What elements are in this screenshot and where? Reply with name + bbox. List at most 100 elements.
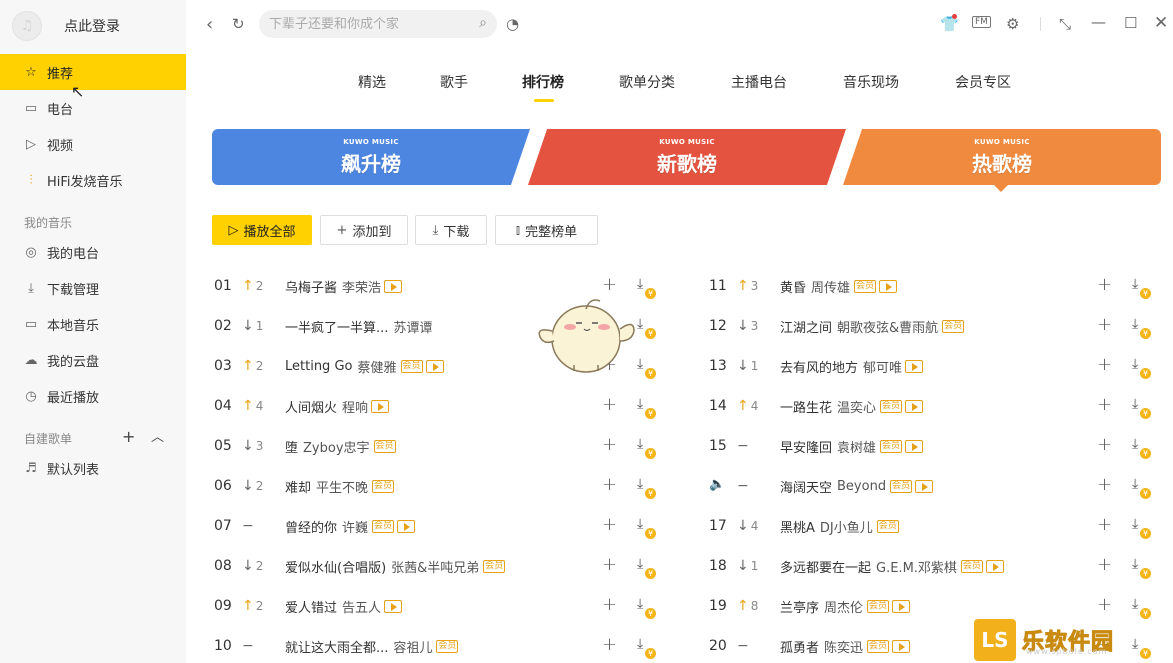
add-song-icon[interactable]: + (1097, 314, 1112, 335)
song-title[interactable]: 人间烟火 (285, 397, 337, 416)
mv-icon[interactable] (905, 359, 924, 373)
paid-download-icon[interactable]: ⤓ ¥ (1132, 276, 1151, 300)
song-row[interactable]: 17 ↓ 4 黑桃A DJ小鱼儿 会员 + ⤓ ¥ (709, 506, 1159, 546)
paid-download-icon[interactable]: ⤓ ¥ (1132, 396, 1151, 420)
paid-download-icon[interactable]: ⤓ ¥ (1132, 436, 1151, 460)
add-to-button[interactable]: + 添加到 (320, 215, 408, 245)
chart-banner-hot[interactable]: KUWO MUSIC 热歌榜 (843, 129, 1161, 185)
add-song-icon[interactable]: + (602, 474, 617, 495)
song-artist[interactable]: 苏谭谭 (393, 317, 432, 336)
song-title[interactable]: 就让这大雨全都... (285, 637, 388, 656)
sidebar-item-radio[interactable]: ▭ 电台 (0, 90, 186, 126)
paid-download-icon[interactable]: ⤓ ¥ (637, 436, 656, 460)
song-artist[interactable]: 温奕心 (837, 397, 876, 416)
sidebar-item-cloud[interactable]: ☁ 我的云盘 (0, 342, 186, 378)
add-song-icon[interactable]: + (1097, 474, 1112, 495)
mini-mode-icon[interactable]: ⤡ (1059, 15, 1071, 33)
tab-anchor-radio[interactable]: 主播电台 (731, 72, 787, 92)
mv-icon[interactable] (892, 639, 911, 653)
chart-banner-new[interactable]: KUWO MUSIC 新歌榜 (528, 129, 846, 185)
song-artist[interactable]: 袁树雄 (837, 437, 876, 456)
song-artist[interactable]: 陈奕迅 (824, 637, 863, 656)
song-artist[interactable]: 程响 (342, 397, 368, 416)
song-row[interactable]: 04 ↑ 4 人间烟火 程响 + ⤓ ¥ (214, 386, 664, 426)
song-row[interactable]: 08 ↓ 2 爱似水仙(合唱版) 张茜&半吨兄弟 会员 + ⤓ ¥ (214, 546, 664, 586)
minimize-icon[interactable]: — (1091, 13, 1106, 31)
paid-download-icon[interactable]: ⤓ ¥ (1132, 556, 1151, 580)
song-artist[interactable]: 张茜&半吨兄弟 (391, 557, 479, 576)
sidebar-item-local[interactable]: ▭ 本地音乐 (0, 306, 186, 342)
song-title[interactable]: 多远都要在一起 (780, 557, 871, 576)
refresh-icon[interactable]: ↻ (232, 15, 245, 33)
mv-icon[interactable] (892, 599, 911, 613)
add-song-icon[interactable]: + (602, 394, 617, 415)
song-artist[interactable]: 周杰伦 (824, 597, 863, 616)
back-icon[interactable]: ‹ (206, 14, 213, 35)
sidebar-item-hifi[interactable]: ⫶ HiFi发烧音乐 (0, 162, 186, 198)
mv-icon[interactable] (915, 479, 934, 493)
search-input[interactable] (269, 16, 459, 32)
mv-icon[interactable] (384, 599, 403, 613)
close-icon[interactable]: ✕ (1154, 13, 1168, 33)
paid-download-icon[interactable]: ⤓ ¥ (1132, 316, 1151, 340)
song-artist[interactable]: 许巍 (342, 517, 368, 536)
paid-download-icon[interactable]: ⤓ ¥ (637, 636, 656, 660)
song-title[interactable]: 去有风的地方 (780, 357, 858, 376)
search-icon[interactable]: ⌕ (479, 15, 487, 31)
song-row[interactable]: 18 ↓ 1 多远都要在一起 G.E.M.邓紫棋 会员 + ⤓ ¥ (709, 546, 1159, 586)
chart-banner-rising[interactable]: KUWO MUSIC 飙升榜 (212, 129, 530, 185)
full-chart-button[interactable]: ⫾ 完整榜单 (495, 215, 598, 245)
fm-icon[interactable]: FM (972, 16, 991, 28)
add-song-icon[interactable]: + (1097, 394, 1112, 415)
add-song-icon[interactable]: + (1097, 354, 1112, 375)
song-title[interactable]: 乌梅子酱 (285, 277, 337, 296)
song-row[interactable]: 13 ↓ 1 去有风的地方 郁可唯 + ⤓ ¥ (709, 346, 1159, 386)
song-artist[interactable]: G.E.M.邓紫棋 (876, 557, 957, 576)
sidebar-item-default-list[interactable]: ♬ 默认列表 (0, 450, 186, 486)
song-title[interactable]: 早安隆回 (780, 437, 832, 456)
tab-playlist-categories[interactable]: 歌单分类 (619, 72, 675, 92)
song-artist[interactable]: Zyboy忠宇 (303, 437, 370, 456)
tab-vip-zone[interactable]: 会员专区 (955, 72, 1011, 92)
paid-download-icon[interactable]: ⤓ ¥ (637, 356, 656, 380)
paid-download-icon[interactable]: ⤓ ¥ (637, 476, 656, 500)
mv-icon[interactable] (905, 439, 924, 453)
collapse-icon[interactable]: ︿ (151, 426, 164, 445)
sidebar-item-download[interactable]: ⤓ 下载管理 (0, 270, 186, 306)
sidebar-item-recommend[interactable]: ☆ 推荐 (0, 54, 186, 90)
song-artist[interactable]: Beyond (837, 479, 886, 494)
song-artist[interactable]: 容祖儿 (393, 637, 432, 656)
song-title[interactable]: 曾经的你 (285, 517, 337, 536)
mv-icon[interactable] (425, 359, 444, 373)
add-song-icon[interactable]: + (602, 434, 617, 455)
song-row[interactable]: 09 ↑ 2 爱人错过 告五人 + ⤓ ¥ (214, 586, 664, 626)
song-row[interactable]: 11 ↑ 3 黄昏 周传雄 会员 + ⤓ ¥ (709, 266, 1159, 306)
search-box[interactable]: ⌕ (259, 10, 497, 38)
song-title[interactable]: 黄昏 (780, 277, 806, 296)
song-row[interactable]: 05 ↓ 3 堕 Zyboy忠宇 会员 + ⤓ ¥ (214, 426, 664, 466)
paid-download-icon[interactable]: ⤓ ¥ (637, 556, 656, 580)
paid-download-icon[interactable]: ⤓ ¥ (1132, 516, 1151, 540)
song-artist[interactable]: 平生不晚 (316, 477, 368, 496)
add-playlist-icon[interactable]: + (122, 427, 135, 446)
maximize-icon[interactable]: ☐ (1124, 14, 1137, 32)
paid-download-icon[interactable]: ⤓ ¥ (1132, 476, 1151, 500)
song-artist[interactable]: 朝歌夜弦&曹雨航 (837, 317, 938, 336)
add-song-icon[interactable]: + (602, 594, 617, 615)
paid-download-icon[interactable]: ⤓ ¥ (1132, 356, 1151, 380)
add-song-icon[interactable]: + (1097, 554, 1112, 575)
song-row[interactable]: 🔈 − 海阔天空 Beyond 会员 + ⤓ ¥ (709, 466, 1159, 506)
song-row[interactable]: 07− 曾经的你 许巍 会员 + ⤓ ¥ (214, 506, 664, 546)
song-row[interactable]: 14 ↑ 4 一路生花 温奕心 会员 + ⤓ ¥ (709, 386, 1159, 426)
song-row[interactable]: 15− 早安隆回 袁树雄 会员 + ⤓ ¥ (709, 426, 1159, 466)
add-song-icon[interactable]: + (1097, 274, 1112, 295)
mv-icon[interactable] (397, 519, 416, 533)
song-artist[interactable]: 蔡健雅 (357, 357, 396, 376)
paid-download-icon[interactable]: ⤓ ¥ (637, 276, 656, 300)
mv-icon[interactable] (905, 399, 924, 413)
mv-icon[interactable] (384, 279, 403, 293)
song-title[interactable]: 堕 (285, 437, 298, 456)
song-artist[interactable]: DJ小鱼儿 (820, 517, 873, 536)
song-artist[interactable]: 周传雄 (811, 277, 850, 296)
tab-featured[interactable]: 精选 (358, 72, 386, 92)
